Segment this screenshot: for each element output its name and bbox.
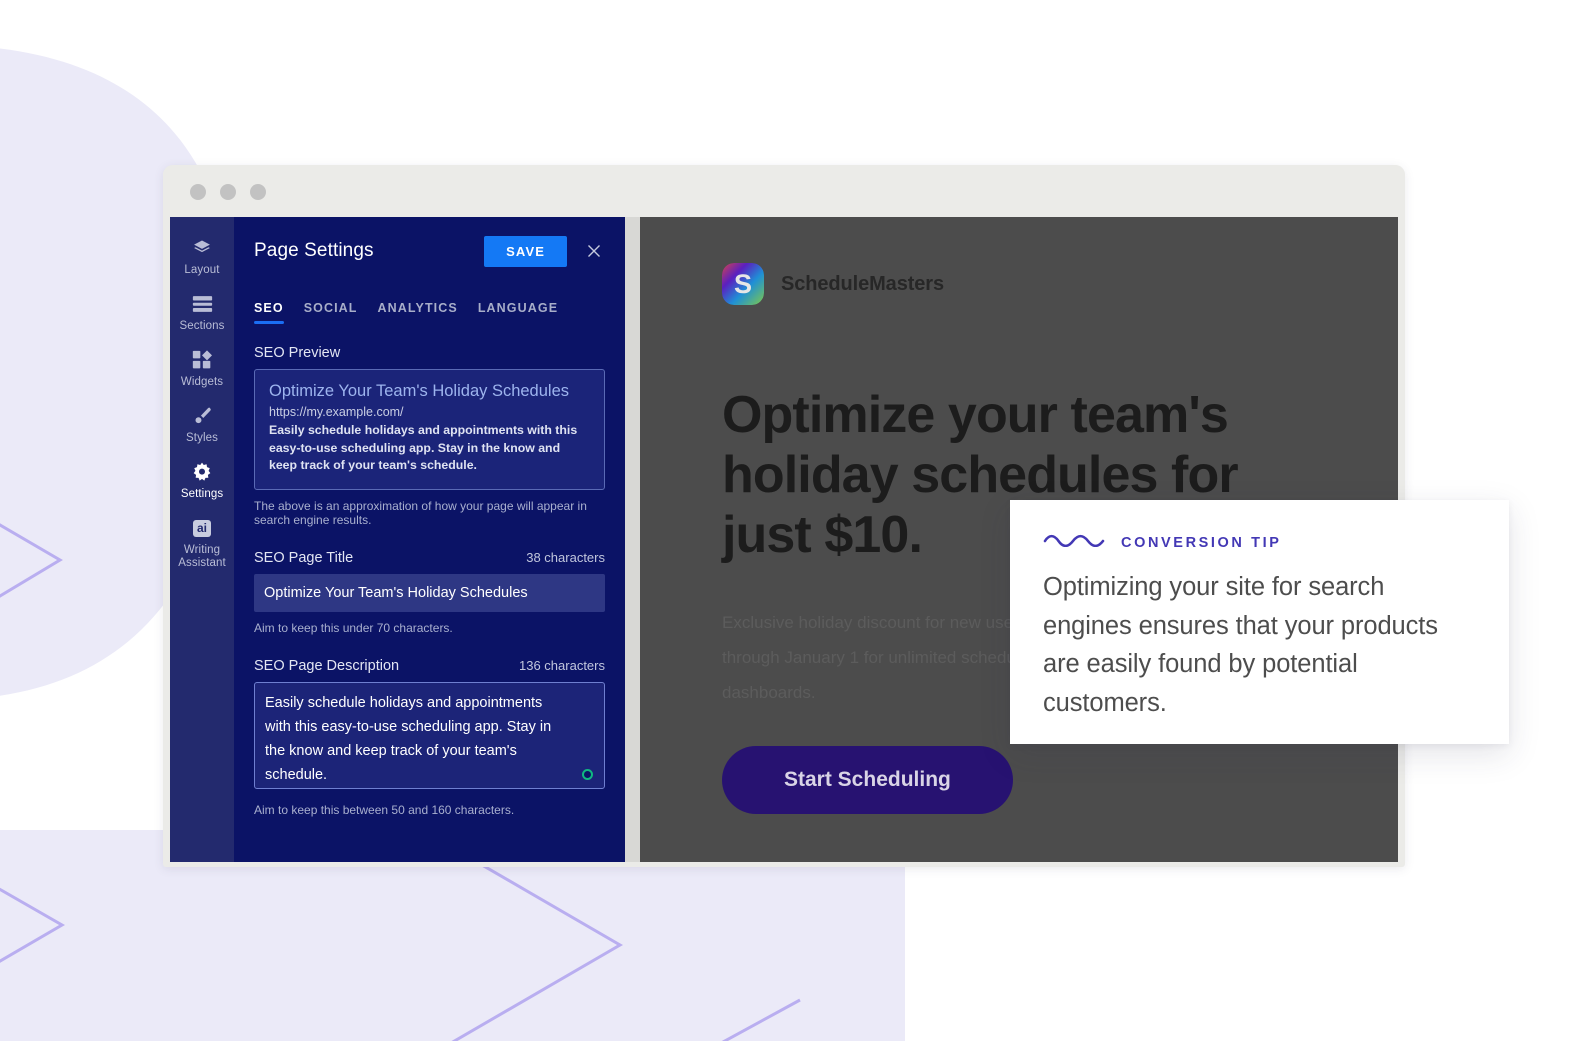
settings-tabs: SEO SOCIAL ANALYTICS LANGUAGE <box>254 301 605 324</box>
maximize-window-dot[interactable] <box>250 184 266 200</box>
close-window-dot[interactable] <box>190 184 206 200</box>
tab-analytics[interactable]: ANALYTICS <box>378 301 458 322</box>
seo-preview-label-row: SEO Preview <box>254 345 605 361</box>
brush-icon <box>192 405 213 427</box>
brand-name: ScheduleMasters <box>781 272 945 295</box>
seo-title-helper: Aim to keep this under 70 characters. <box>254 620 453 635</box>
tab-seo[interactable]: SEO <box>254 301 284 324</box>
ai-badge-icon: ai <box>192 517 211 539</box>
page-title: Page Settings <box>254 240 374 261</box>
sidebar-item-label: Widgets <box>180 376 224 388</box>
seo-description-textarea[interactable] <box>254 681 605 789</box>
editor-sidebar: Layout Sections Widgets Styles Settings … <box>170 217 234 862</box>
seo-title-input[interactable] <box>254 573 605 612</box>
brand-logo-glyph: S <box>733 268 752 299</box>
sidebar-item-label: Writing Assistant <box>178 544 226 569</box>
conversion-tip-header: CONVERSION TIP <box>1043 533 1469 552</box>
sidebar-item-layout[interactable]: Layout <box>170 227 234 283</box>
sidebar-item-label: Settings <box>180 488 224 500</box>
page-settings-panel: Page Settings SAVE SEO SOCIAL ANALYTICS … <box>234 217 625 862</box>
sidebar-item-writing-assistant[interactable]: ai Writing Assistant <box>170 507 234 576</box>
tab-language[interactable]: LANGUAGE <box>478 301 558 322</box>
brand-header: S ScheduleMasters <box>722 263 1398 305</box>
sidebar-item-label: Layout <box>184 264 220 276</box>
sidebar-item-settings[interactable]: Settings <box>170 451 234 507</box>
panel-divider <box>625 217 640 862</box>
seo-description-helper: Aim to keep this between 50 and 160 char… <box>254 802 515 817</box>
layers-icon <box>192 237 212 259</box>
valid-dot-icon <box>582 768 593 780</box>
seo-title-char-count: 38 characters <box>526 549 605 565</box>
screen-root: Layout Sections Widgets Styles Settings … <box>0 0 1580 1041</box>
seo-description-label: SEO Page Description <box>254 657 400 674</box>
seo-preview-url: https://my.example.com/ <box>269 405 404 419</box>
tab-social[interactable]: SOCIAL <box>304 301 358 322</box>
minimize-window-dot[interactable] <box>220 184 236 200</box>
save-button[interactable]: SAVE <box>484 235 567 267</box>
close-icon[interactable] <box>583 240 605 262</box>
conversion-tip-body: Optimizing your site for search engines … <box>1043 573 1438 717</box>
widgets-icon <box>192 349 212 371</box>
squiggle-icon <box>1043 533 1105 552</box>
seo-preview-title: Optimize Your Team's Holiday Schedules <box>269 382 570 400</box>
seo-description-wrapper <box>254 681 605 794</box>
gear-icon <box>192 461 212 483</box>
seo-title-label: SEO Page Title <box>254 549 354 566</box>
start-scheduling-button[interactable]: Start Scheduling <box>722 746 1013 814</box>
window-titlebar <box>163 165 1405 217</box>
traffic-lights <box>190 184 266 200</box>
sections-icon <box>192 293 213 315</box>
conversion-tip-card: CONVERSION TIP Optimizing your site for … <box>1010 500 1509 744</box>
sidebar-item-styles[interactable]: Styles <box>170 395 234 451</box>
seo-preview-helper: The above is an approximation of how you… <box>254 498 587 527</box>
sidebar-item-widgets[interactable]: Widgets <box>170 339 234 395</box>
seo-description-char-count: 136 characters <box>519 657 605 673</box>
sidebar-item-label: Sections <box>179 320 225 332</box>
seo-description-label-row: SEO Page Description 136 characters <box>254 658 605 674</box>
seo-preview-card: Optimize Your Team's Holiday Schedules h… <box>254 369 605 490</box>
conversion-tip-kicker: CONVERSION TIP <box>1121 534 1282 551</box>
seo-preview-description: Easily schedule holidays and appointment… <box>269 423 578 472</box>
sidebar-item-sections[interactable]: Sections <box>170 283 234 339</box>
brand-logo-icon: S <box>722 263 764 305</box>
seo-title-label-row: SEO Page Title 38 characters <box>254 550 605 566</box>
panel-header: Page Settings SAVE <box>254 235 605 267</box>
sidebar-item-label: Styles <box>186 432 218 444</box>
seo-preview-label: SEO Preview <box>254 345 341 361</box>
